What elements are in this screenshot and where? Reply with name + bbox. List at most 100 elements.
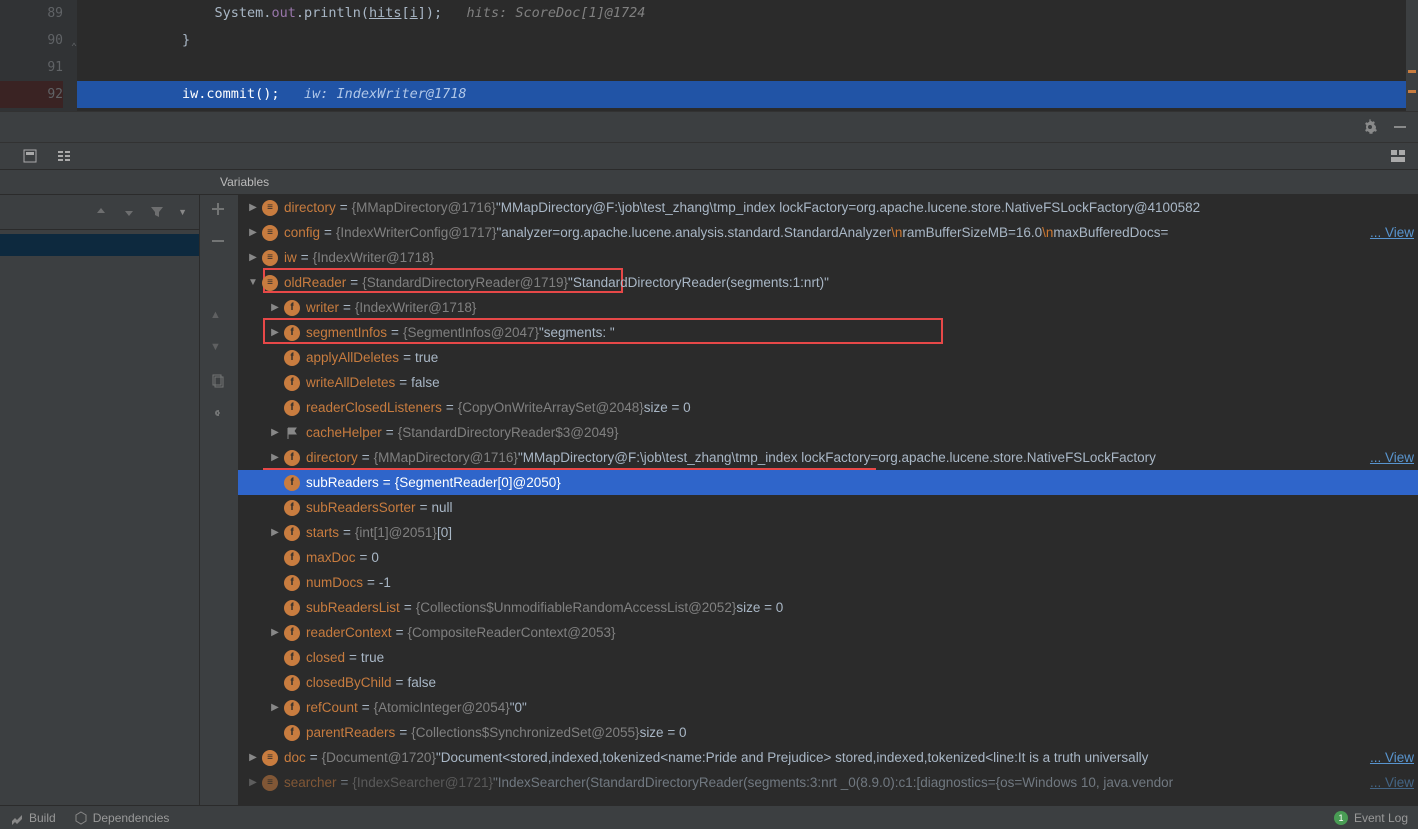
expand-icon[interactable]: ▶ [268,702,282,713]
expand-icon[interactable]: ▶ [246,202,260,213]
variable-row[interactable]: ▶frefCount = {AtomicInteger@2054} "0" [238,695,1418,720]
variable-row[interactable]: fsubReadersList = {Collections$Unmodifia… [238,595,1418,620]
variable-row[interactable]: ▶≡doc = {Document@1720} "Document<stored… [238,745,1418,770]
line-number: 90⌃ [0,27,63,54]
variable-row[interactable]: fsubReaders = {SegmentReader[0]@2050} [238,470,1418,495]
variable-value: "analyzer=org.apache.lucene.analysis.sta… [496,225,891,240]
variable-name: subReadersList [306,600,400,615]
variable-row[interactable]: fmaxDoc = 0 [238,545,1418,570]
layout-icon[interactable] [1390,148,1406,164]
expand-icon[interactable]: ▶ [268,302,282,313]
expand-icon[interactable]: ▼ [246,277,260,288]
field-icon: f [284,475,300,491]
variable-row[interactable]: ▶freaderContext = {CompositeReaderContex… [238,620,1418,645]
variable-value: "MMapDirectory@F:\job\test_zhang\tmp_ind… [496,200,1200,215]
expand-icon[interactable]: ▶ [268,427,282,438]
variable-row[interactable]: ▶fwriter = {IndexWriter@1718} [238,295,1418,320]
variable-row[interactable]: ▶≡directory = {MMapDirectory@1716} "MMap… [238,195,1418,220]
variable-row[interactable]: fsubReadersSorter = null [238,495,1418,520]
variable-name: readerClosedListeners [306,400,442,415]
dependencies-tab[interactable]: Dependencies [74,811,170,825]
variable-name: subReadersSorter [306,500,416,515]
variable-type: {StandardDirectoryReader@1719} [362,275,568,290]
code-editor[interactable]: 89 90⌃ 91 92 System.out.println(hits[i])… [0,0,1418,111]
object-icon: ≡ [262,250,278,266]
expand-icon[interactable]: ▶ [246,227,260,238]
variable-row[interactable]: ▶fdirectory = {MMapDirectory@1716} "MMap… [238,445,1418,470]
view-link[interactable]: ... View [1370,225,1414,240]
variable-value: "segments: " [539,325,615,340]
variable-row[interactable]: fwriteAllDeletes = false [238,370,1418,395]
variable-row[interactable]: ▶≡iw = {IndexWriter@1718} [238,245,1418,270]
variable-value: true [361,650,384,665]
expand-icon[interactable]: ▶ [268,627,282,638]
expand-icon[interactable]: ▶ [268,327,282,338]
calculator-icon[interactable] [22,148,38,164]
expand-icon[interactable]: ▶ [246,252,260,263]
field-icon: f [284,600,300,616]
view-link[interactable]: ... View [1370,450,1414,465]
variables-tree[interactable]: ▶≡directory = {MMapDirectory@1716} "MMap… [238,195,1418,805]
stack-frame[interactable] [0,234,199,256]
debug-sub-toolbar [0,143,1418,170]
expand-icon[interactable]: ▶ [268,452,282,463]
object-icon: ≡ [262,775,278,791]
frames-toolbar: ▼ [0,195,199,230]
line-gutter: 89 90⌃ 91 92 [0,0,77,111]
filter-icon[interactable] [150,205,164,219]
variable-value: false [411,375,440,390]
expand-icon[interactable]: ▶ [268,527,282,538]
variable-value: [0] [437,525,452,540]
view-link[interactable]: ... View [1370,750,1414,765]
variable-type: {SegmentInfos@2047} [403,325,539,340]
variable-row[interactable]: ▶fstarts = {int[1]@2051} [0] [238,520,1418,545]
field-icon: f [284,500,300,516]
code-line-executing: iw.commit(); iw: IndexWriter@1718 [77,81,1418,108]
settings-icon[interactable] [1362,119,1378,135]
notification-badge: 1 [1334,811,1348,825]
expand-icon[interactable]: ▶ [246,752,260,763]
variable-name: directory [306,450,358,465]
variable-name: readerContext [306,625,392,640]
variable-row[interactable]: ▶≡searcher = {IndexSearcher@1721} "Index… [238,770,1418,795]
variable-row[interactable]: freaderClosedListeners = {CopyOnWriteArr… [238,395,1418,420]
variable-type: {MMapDirectory@1716} [352,200,496,215]
variable-row[interactable]: ▶fsegmentInfos = {SegmentInfos@2047} "se… [238,320,1418,345]
arrow-up-icon[interactable] [94,205,108,219]
field-icon: f [284,575,300,591]
event-log-button[interactable]: 1Event Log [1334,811,1408,825]
variable-row[interactable]: fclosedByChild = false [238,670,1418,695]
variable-value: 0 [371,550,379,565]
field-icon: f [284,375,300,391]
link-icon[interactable] [210,405,228,423]
editor-scrollbar[interactable] [1406,0,1418,111]
remove-icon[interactable] [210,233,228,251]
variable-row[interactable]: ▶cacheHelper = {StandardDirectoryReader$… [238,420,1418,445]
variable-row[interactable]: fapplyAllDeletes = true [238,345,1418,370]
add-watch-icon[interactable] [210,201,228,219]
code-area[interactable]: System.out.println(hits[i]); hits: Score… [77,0,1418,111]
variable-row[interactable]: ▶≡config = {IndexWriterConfig@1717} "ana… [238,220,1418,245]
variable-row[interactable]: fparentReaders = {Collections$Synchroniz… [238,720,1418,745]
arrow-down-icon[interactable] [122,205,136,219]
copy-icon[interactable] [210,373,228,391]
frame-list[interactable] [0,230,199,260]
field-icon: f [284,525,300,541]
variable-row[interactable]: ▼≡oldReader = {StandardDirectoryReader@1… [238,270,1418,295]
code-line: } [77,27,1418,54]
variable-name: closed [306,650,345,665]
status-bar: Build Dependencies 1Event Log [0,805,1418,829]
dropdown-icon[interactable]: ▼ [178,207,187,217]
minimize-icon[interactable] [1392,119,1408,135]
variable-type: {IndexWriter@1718} [313,250,435,265]
field-icon: f [284,650,300,666]
settings-icon[interactable] [56,148,72,164]
variable-value: "Document<stored,indexed,tokenized<name:… [436,750,1148,765]
variable-row[interactable]: fclosed = true [238,645,1418,670]
view-link[interactable]: ... View [1370,775,1414,790]
down-icon[interactable]: ▼ [210,341,228,359]
expand-icon[interactable]: ▶ [246,777,260,788]
variable-row[interactable]: fnumDocs = -1 [238,570,1418,595]
build-tab[interactable]: Build [10,811,56,825]
up-icon[interactable]: ▲ [210,309,228,327]
